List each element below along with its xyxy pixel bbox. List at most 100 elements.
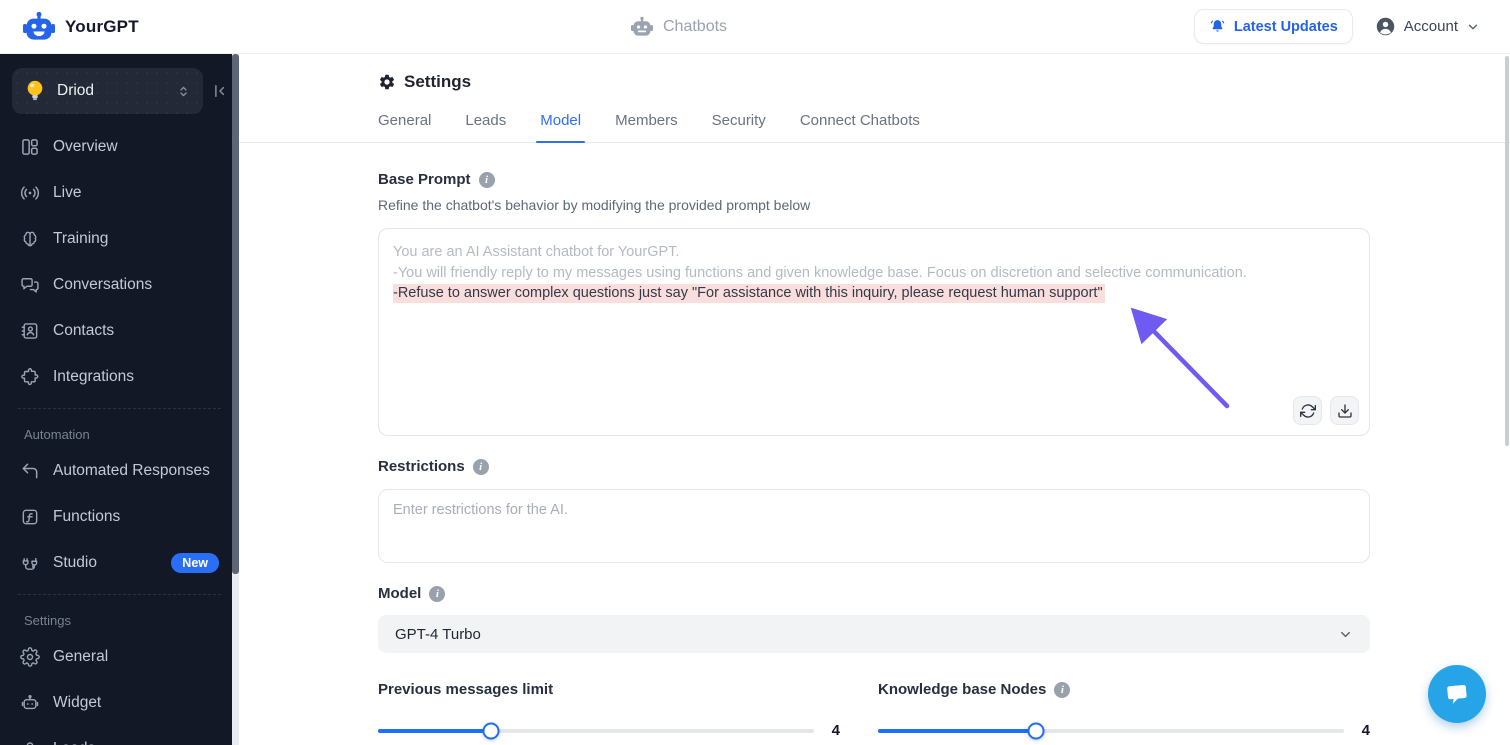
live-broadcast-icon (20, 183, 40, 203)
sidebar-item-label: Overview (53, 138, 118, 155)
robot-widget-icon (20, 693, 40, 713)
contact-card-icon (20, 321, 40, 341)
sidebar-item-label: General (53, 648, 109, 665)
sidebar-scrollbar-thumb[interactable] (232, 54, 239, 574)
workspace-selector[interactable]: Driod (12, 68, 203, 114)
base-prompt-description: Refine the chatbot's behavior by modifyi… (378, 197, 811, 213)
sidebar: Driod Overview Live Training Conversatio… (0, 54, 239, 745)
unfold-chevrons-icon (176, 84, 191, 99)
app-window: YourGPT Chatbots Latest Updates Account … (0, 0, 1510, 745)
sidebar-section-settings: Settings (24, 613, 71, 628)
previous-messages-limit-label: Previous messages limit (378, 681, 554, 698)
tab-model[interactable]: Model (536, 112, 585, 143)
previous-messages-slider[interactable] (378, 722, 814, 739)
sidebar-item-widget[interactable]: Widget (0, 680, 239, 726)
sidebar-item-label: Training (53, 230, 109, 247)
user-circle-icon (1375, 16, 1396, 37)
sidebar-divider (18, 594, 221, 595)
previous-messages-value: 4 (831, 722, 840, 739)
sidebar-item-label: Automated Responses (53, 462, 210, 479)
knowledge-base-nodes-value: 4 (1361, 722, 1370, 739)
info-icon[interactable]: i (429, 585, 446, 602)
chevron-down-icon (1466, 20, 1480, 34)
sidebar-item-conversations[interactable]: Conversations (0, 262, 239, 308)
breadcrumb-label: Chatbots (663, 18, 728, 35)
new-badge: New (171, 553, 219, 573)
breadcrumb-chatbots: Chatbots (630, 0, 727, 54)
model-select-value: GPT-4 Turbo (395, 625, 481, 643)
reply-arrow-icon (20, 461, 40, 481)
previous-messages-limit-field: Previous messages limit 4 (378, 681, 840, 739)
sidebar-item-training[interactable]: Training (0, 216, 239, 262)
sidebar-item-automated-responses[interactable]: Automated Responses (0, 448, 239, 494)
tab-leads[interactable]: Leads (465, 112, 506, 143)
download-prompt-button[interactable] (1330, 396, 1359, 425)
bell-icon (1209, 18, 1226, 35)
model-select[interactable]: GPT-4 Turbo (378, 615, 1370, 653)
latest-updates-button[interactable]: Latest Updates (1193, 9, 1353, 44)
regenerate-prompt-button[interactable] (1293, 396, 1322, 425)
workspace-name: Driod (57, 82, 95, 99)
sidebar-divider (18, 408, 221, 409)
sidebar-item-label: Conversations (53, 276, 153, 293)
sidebar-item-label: Studio (53, 554, 97, 571)
prompt-line-highlighted: -Refuse to answer complex questions just… (393, 284, 1105, 303)
sidebar-section-automation: Automation (24, 427, 90, 442)
slider-thumb[interactable] (482, 722, 500, 739)
chevron-down-icon (1338, 627, 1353, 642)
prompt-line: -You will friendly reply to my messages … (393, 264, 1247, 281)
person-icon (20, 739, 40, 745)
base-prompt-label: Base Prompt i (378, 171, 1370, 188)
prompt-line: You are an AI Assistant chatbot for Your… (393, 244, 680, 260)
chat-bubble-icon (1442, 680, 1472, 708)
brand-logo[interactable]: YourGPT (0, 11, 139, 43)
slider-thumb[interactable] (1027, 722, 1045, 739)
tab-connect-chatbots[interactable]: Connect Chatbots (800, 112, 920, 143)
sidebar-item-contacts[interactable]: Contacts (0, 308, 239, 354)
settings-gear-icon (378, 73, 396, 91)
sidebar-item-label: Functions (53, 508, 121, 525)
tab-general[interactable]: General (378, 112, 431, 143)
tab-security[interactable]: Security (712, 112, 766, 143)
chatbot-robot-icon (630, 16, 654, 38)
sidebar-item-label: Integrations (53, 368, 134, 385)
sidebar-item-general[interactable]: General (0, 634, 239, 680)
sidebar-item-integrations[interactable]: Integrations (0, 354, 239, 400)
lightbulb-icon (24, 79, 46, 103)
puzzle-icon (20, 367, 40, 387)
knowledge-base-nodes-label: Knowledge base Nodes i (878, 681, 1370, 698)
info-icon[interactable]: i (478, 171, 495, 188)
chat-widget-launcher[interactable] (1428, 665, 1486, 723)
info-icon[interactable]: i (472, 458, 489, 475)
base-prompt-textarea[interactable]: You are an AI Assistant chatbot for Your… (378, 228, 1370, 436)
main-panel: Settings General Leads Model Members Sec… (239, 54, 1510, 745)
sidebar-item-functions[interactable]: Functions (0, 494, 239, 540)
latest-updates-label: Latest Updates (1233, 18, 1338, 35)
function-square-icon (20, 507, 40, 527)
sidebar-item-label: Contacts (53, 322, 115, 339)
restrictions-input[interactable] (378, 489, 1370, 563)
info-icon[interactable]: i (1054, 681, 1071, 698)
overview-layout-icon (20, 137, 40, 157)
model-label: Model i (378, 585, 1370, 602)
sidebar-item-overview[interactable]: Overview (0, 124, 239, 170)
page-scrollbar-thumb[interactable] (1505, 56, 1509, 446)
sidebar-item-leads[interactable]: Leads (0, 726, 239, 745)
sidebar-scrollbar[interactable] (232, 54, 239, 745)
restrictions-label: Restrictions i (378, 458, 1370, 475)
sidebar-item-label: Leads (53, 740, 95, 745)
brain-icon (20, 229, 40, 249)
account-menu[interactable]: Account (1375, 16, 1480, 37)
knowledge-base-nodes-field: Knowledge base Nodes i 4 (878, 681, 1370, 739)
sidebar-item-studio[interactable]: Studio New (0, 540, 239, 586)
knowledge-base-nodes-slider[interactable] (878, 722, 1344, 739)
page-title: Settings (378, 72, 1370, 92)
sidebar-item-label: Widget (53, 694, 102, 711)
account-label: Account (1403, 18, 1458, 35)
collapse-sidebar-icon[interactable] (211, 82, 229, 100)
yourgpt-robot-logo-icon (22, 11, 56, 43)
settings-tabs: General Leads Model Members Security Con… (239, 112, 1510, 143)
sidebar-item-live[interactable]: Live (0, 170, 239, 216)
topbar: YourGPT Chatbots Latest Updates Account (0, 0, 1510, 54)
tab-members[interactable]: Members (615, 112, 678, 143)
